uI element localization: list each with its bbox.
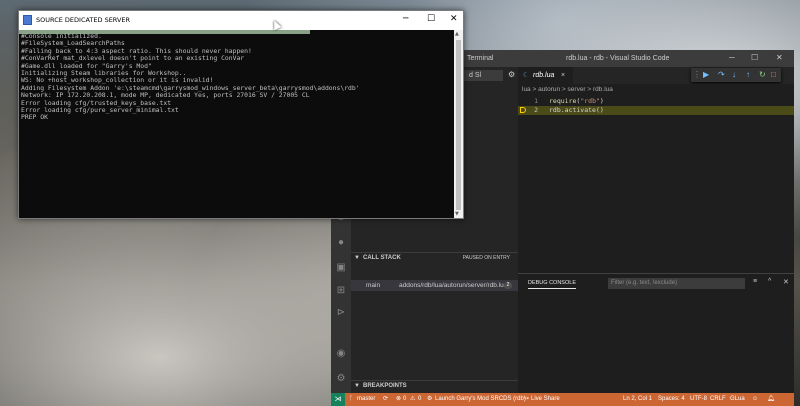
frame-line-badge: 2 (504, 282, 512, 289)
server-console-window: SOURCE DEDICATED SERVER ─ ☐ ✕ #Console i… (18, 10, 464, 219)
stop-icon[interactable]: □ (771, 69, 776, 81)
window-title: rdb.lua - rdb - Visual Studio Code (566, 55, 670, 62)
code-line-1: 1 require("rdb") (518, 97, 794, 106)
encoding[interactable]: UTF-8 (690, 393, 707, 406)
lua-file-icon: ☾ (523, 72, 530, 79)
line-number: 2 (534, 106, 538, 114)
console-title: SOURCE DEDICATED SERVER (36, 16, 131, 24)
sync-icon[interactable]: ⟳ (383, 393, 388, 406)
code-line-2-current: 2 rdb.activate() (518, 106, 794, 115)
scroll-up-icon[interactable]: ▲ (455, 31, 459, 37)
notifications-icon[interactable]: 🔔︎ (767, 393, 775, 406)
call-stack-header[interactable]: ▼ CALL STACK PAUSED ON ENTRY (351, 252, 518, 264)
debug-config-select[interactable]: d Sl (463, 70, 503, 81)
extensions-icon[interactable]: ▣ (335, 262, 347, 274)
clear-console-icon[interactable]: ≡ (753, 278, 757, 285)
github-icon[interactable]: ● (335, 237, 347, 249)
line-number: 1 (534, 97, 538, 105)
console-scrollbar[interactable]: ▲ ▼ (454, 30, 463, 218)
tab-debug-console[interactable]: DEBUG CONSOLE (528, 280, 576, 289)
remote-icon[interactable]: ⋊ (331, 393, 345, 406)
status-bar: ⋊ ᚴ master ⟳ ⊗ 0 ⚠ 0 ⚙ Launch Garry's Mo… (331, 393, 794, 406)
close-panel-icon[interactable]: ✕ (783, 278, 789, 286)
launch-config[interactable]: Launch Garry's Mod SRCDS (rdb) (435, 393, 526, 406)
bottom-panel: DEBUG CONSOLE Filter (e.g. text, !exclud… (518, 273, 794, 393)
close-tab-icon[interactable]: × (561, 67, 565, 84)
account-icon[interactable]: ◉ (335, 348, 347, 360)
branch-name[interactable]: master (357, 393, 375, 406)
console-line: Error loading cfg/pure_server_minimal.tx… (21, 106, 179, 115)
language-mode[interactable]: GLua (730, 393, 745, 406)
feedback-icon[interactable]: ☺ (752, 393, 758, 406)
launch-icon[interactable]: ⚙ (427, 393, 432, 406)
minimize-icon[interactable]: ─ (729, 53, 735, 62)
live-share-icon[interactable]: ↪ (524, 393, 529, 406)
chevron-up-icon[interactable]: ^ (768, 278, 771, 285)
close-icon[interactable]: ✕ (450, 14, 458, 24)
console-output[interactable]: #Console initialized. #FileSystem_LoadSea… (21, 33, 451, 213)
paren: ) (599, 97, 604, 105)
scrollbar-thumb[interactable] (456, 40, 461, 210)
warning-icon[interactable]: ⚠ (410, 393, 415, 406)
menu-terminal[interactable]: Terminal (467, 55, 493, 62)
maximize-icon[interactable]: ☐ (427, 14, 435, 24)
continue-icon[interactable]: ▶ (703, 69, 709, 81)
line-source: require("rdb") (549, 97, 604, 105)
step-out-icon[interactable]: ↑ (746, 69, 750, 81)
fn-name: require (549, 97, 577, 105)
call-stack-title: CALL STACK (363, 255, 401, 261)
step-into-icon[interactable]: ↓ (732, 69, 736, 81)
line-endings[interactable]: CRLF (710, 393, 726, 406)
drag-handle-icon[interactable]: ⋮ (693, 69, 701, 81)
editor-tab-bar: ☾ rdb.lua × ⋮ ▶ ↷ ↓ ↑ ↻ □ (518, 67, 794, 84)
error-icon[interactable]: ⊗ (396, 393, 401, 406)
breakpoints-header[interactable]: ▼ BREAKPOINTS (351, 380, 518, 392)
debug-console-filter-input[interactable]: Filter (e.g. text, !exclude) (608, 278, 745, 289)
paused-status: PAUSED ON ENTRY (462, 255, 510, 261)
chevron-down-icon: ▼ (354, 255, 360, 261)
step-over-icon[interactable]: ↷ (718, 69, 725, 81)
close-icon[interactable]: ✕ (776, 53, 783, 62)
maximize-icon[interactable]: ☐ (751, 53, 758, 62)
chevron-down-icon: ▼ (354, 383, 360, 389)
remote-explorer-icon[interactable]: ⊞ (335, 285, 347, 297)
line-source: rdb.activate() (549, 106, 604, 114)
breakpoints-title: BREAKPOINTS (363, 383, 407, 389)
console-titlebar[interactable]: SOURCE DEDICATED SERVER ─ ☐ ✕ (19, 11, 463, 30)
indentation[interactable]: Spaces: 4 (658, 393, 685, 406)
error-count[interactable]: 0 (403, 393, 406, 406)
frame-name: main (366, 282, 381, 289)
live-share[interactable]: Live Share (531, 393, 560, 406)
breadcrumb[interactable]: lua > autorun > server > rdb.lua (518, 84, 794, 96)
console-line: PREP OK (21, 113, 48, 122)
call-stack-frame[interactable]: main addons/rdb/lua/autorun/server/rdb.l… (351, 280, 518, 291)
string-arg: "rdb" (580, 97, 600, 105)
gear-icon[interactable]: ⚙ (335, 373, 347, 385)
scroll-down-icon[interactable]: ▼ (455, 211, 459, 217)
restart-icon[interactable]: ↻ (759, 69, 766, 81)
warning-count[interactable]: 0 (418, 393, 421, 406)
cursor-position[interactable]: Ln 2, Col 1 (623, 393, 652, 406)
server-app-icon (23, 15, 32, 25)
liveshare-icon[interactable]: ⊳ (335, 307, 347, 319)
gear-icon[interactable]: ⚙ (508, 70, 515, 79)
tab-rdb-lua[interactable]: ☾ rdb.lua × (518, 67, 573, 84)
branch-icon[interactable]: ᚴ (349, 393, 353, 406)
tab-label: rdb.lua (533, 72, 555, 79)
minimize-icon[interactable]: ─ (403, 14, 408, 24)
current-statement-icon (520, 107, 526, 113)
frame-file: addons/rdb/lua/autorun/server/rdb.lua (399, 282, 508, 289)
debug-toolbar: ⋮ ▶ ↷ ↓ ↑ ↻ □ (691, 68, 781, 82)
